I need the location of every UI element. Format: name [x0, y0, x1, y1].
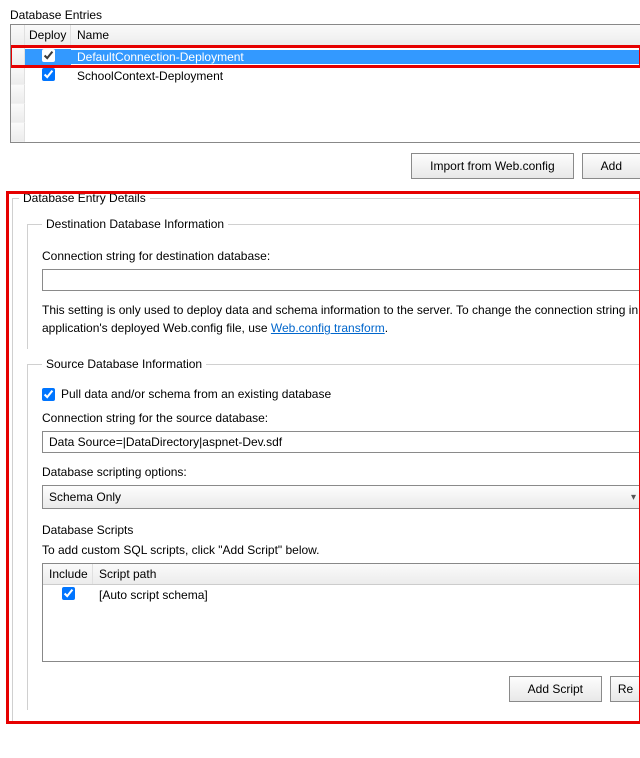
webconfig-transform-link[interactable]: Web.config transform: [271, 321, 385, 335]
table-row[interactable]: DefaultConnection-Deployment: [11, 47, 640, 66]
table-row[interactable]: [11, 123, 640, 142]
scripting-options-value: Schema Only: [49, 490, 121, 504]
col-name-header[interactable]: Name: [71, 25, 640, 46]
source-db-group: Source Database Information Pull data an…: [27, 357, 640, 710]
source-conn-input[interactable]: [42, 431, 640, 453]
table-row[interactable]: [11, 104, 640, 123]
db-entry-details-group: Database Entry Details Destination Datab…: [12, 191, 640, 724]
db-entries-grid[interactable]: Deploy Name DefaultConnection-Deployment…: [10, 24, 640, 143]
table-row[interactable]: [43, 642, 640, 661]
entry-name: DefaultConnection-Deployment: [71, 50, 640, 64]
pull-data-checkbox[interactable]: [42, 388, 55, 401]
source-db-title: Source Database Information: [42, 357, 206, 371]
add-script-button[interactable]: Add Script: [509, 676, 602, 702]
col-include-header[interactable]: Include: [43, 564, 93, 584]
table-row[interactable]: [43, 623, 640, 642]
dest-conn-input[interactable]: [42, 269, 640, 291]
col-scriptpath-header[interactable]: Script path: [93, 564, 640, 584]
table-row[interactable]: [11, 85, 640, 104]
table-row[interactable]: [43, 604, 640, 623]
remove-script-button[interactable]: Re: [610, 676, 640, 702]
source-conn-label: Connection string for the source databas…: [42, 411, 640, 425]
dest-db-title: Destination Database Information: [42, 217, 228, 231]
db-scripts-note: To add custom SQL scripts, click "Add Sc…: [42, 543, 640, 557]
scripting-options-label: Database scripting options:: [42, 465, 640, 479]
db-scripts-title: Database Scripts: [42, 523, 640, 537]
add-entry-button[interactable]: Add: [582, 153, 640, 179]
db-entry-details-title: Database Entry Details: [19, 191, 150, 205]
deploy-checkbox[interactable]: [42, 49, 55, 62]
include-checkbox[interactable]: [62, 587, 75, 600]
pull-data-label[interactable]: Pull data and/or schema from an existing…: [61, 387, 331, 401]
db-entries-title: Database Entries: [10, 8, 640, 22]
scripts-grid[interactable]: Include Script path [Auto script schema]: [42, 563, 640, 662]
scripting-options-combo[interactable]: Schema Only ▾: [42, 485, 640, 509]
table-row[interactable]: SchoolContext-Deployment: [11, 66, 640, 85]
db-entries-header: Deploy Name: [11, 25, 640, 47]
table-row[interactable]: [Auto script schema]: [43, 585, 640, 604]
dest-conn-label: Connection string for destination databa…: [42, 249, 640, 263]
col-deploy-header[interactable]: Deploy: [25, 25, 71, 46]
deploy-checkbox[interactable]: [42, 68, 55, 81]
script-path: [Auto script schema]: [93, 588, 640, 602]
dest-note: This setting is only used to deploy data…: [42, 301, 640, 337]
entry-name: SchoolContext-Deployment: [71, 69, 640, 83]
dest-db-group: Destination Database Information Connect…: [27, 217, 640, 349]
import-webconfig-button[interactable]: Import from Web.config: [411, 153, 574, 179]
chevron-down-icon: ▾: [631, 492, 636, 503]
